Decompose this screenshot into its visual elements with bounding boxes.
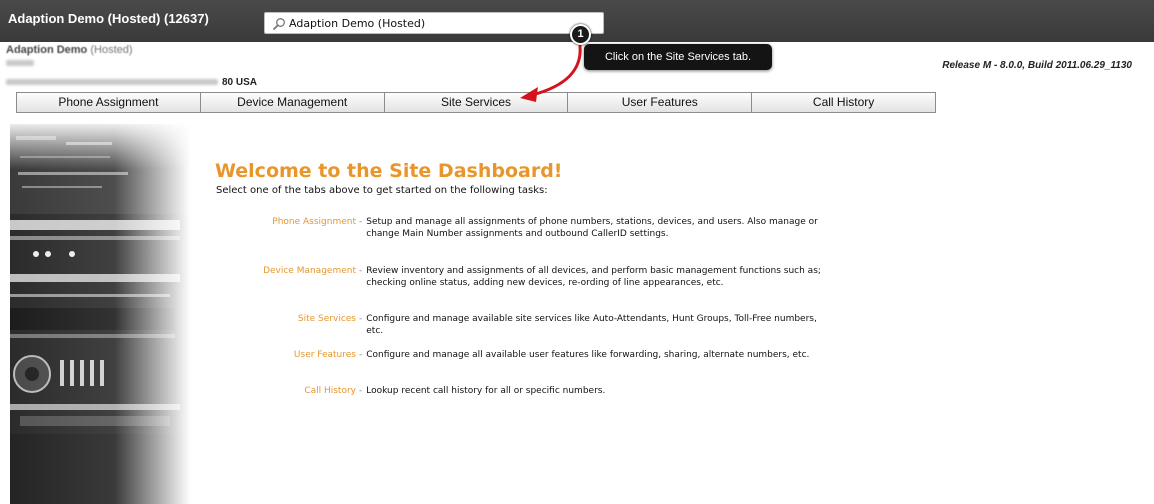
site-name-suffix: (Hosted) [90,44,133,56]
task-description: Setup and manage all assignments of phon… [366,217,818,239]
switchboard-photo [10,124,200,504]
task-separator: - [359,386,363,396]
task-link-device-management[interactable]: Device Management [216,266,356,289]
tab-call-history[interactable]: Call History [752,93,935,112]
task-description: Review inventory and assignments of all … [366,266,821,288]
callout-tooltip: Click on the Site Services tab. [584,44,772,70]
tab-device-management[interactable]: Device Management [200,93,385,112]
task-link-call-history[interactable]: Call History [216,386,356,398]
tab-site-services[interactable]: Site Services [384,93,569,112]
welcome-title: Welcome to the Site Dashboard! [215,160,563,182]
site-name-text: Adaption Demo [6,44,88,56]
task-phone-assignment: Phone Assignment - Setup and manage all … [216,217,826,240]
task-separator: - [359,217,363,227]
task-link-phone-assignment[interactable]: Phone Assignment [216,217,356,240]
search-value: Adaption Demo (Hosted) [289,17,426,30]
task-site-services: Site Services - Configure and manage ava… [216,314,826,337]
task-separator: - [359,266,363,276]
tab-user-features[interactable]: User Features [568,93,753,112]
release-info: Release M - 8.0.0, Build 2011.06.29_1130 [942,60,1132,71]
tab-bar: Phone Assignment Device Management Site … [16,92,936,113]
welcome-subtitle: Select one of the tabs above to get star… [216,185,548,196]
search-input[interactable]: Adaption Demo (Hosted) [264,12,604,34]
app-title: Adaption Demo (Hosted) (12637) [8,11,209,26]
search-icon [273,18,285,30]
task-description: Lookup recent call history for all or sp… [366,386,606,396]
site-country: 80 USA [222,77,258,88]
site-name: Adaption Demo (Hosted) [6,44,133,56]
page: Adaption Demo (Hosted) (12637) Adaption … [0,0,1154,504]
tab-phone-assignment[interactable]: Phone Assignment [17,93,201,112]
task-user-features: User Features - Configure and manage all… [216,350,826,362]
task-separator: - [359,350,363,360]
task-description: Configure and manage available site serv… [366,314,817,336]
task-link-site-services[interactable]: Site Services [216,314,356,337]
redacted-line [6,60,34,66]
task-call-history: Call History - Lookup recent call histor… [216,386,826,398]
task-link-user-features[interactable]: User Features [216,350,356,362]
redacted-address [6,79,218,85]
task-description: Configure and manage all available user … [366,350,810,360]
task-device-management: Device Management - Review inventory and… [216,266,826,289]
callout-step-badge: 1 [570,24,591,45]
task-separator: - [359,314,363,324]
